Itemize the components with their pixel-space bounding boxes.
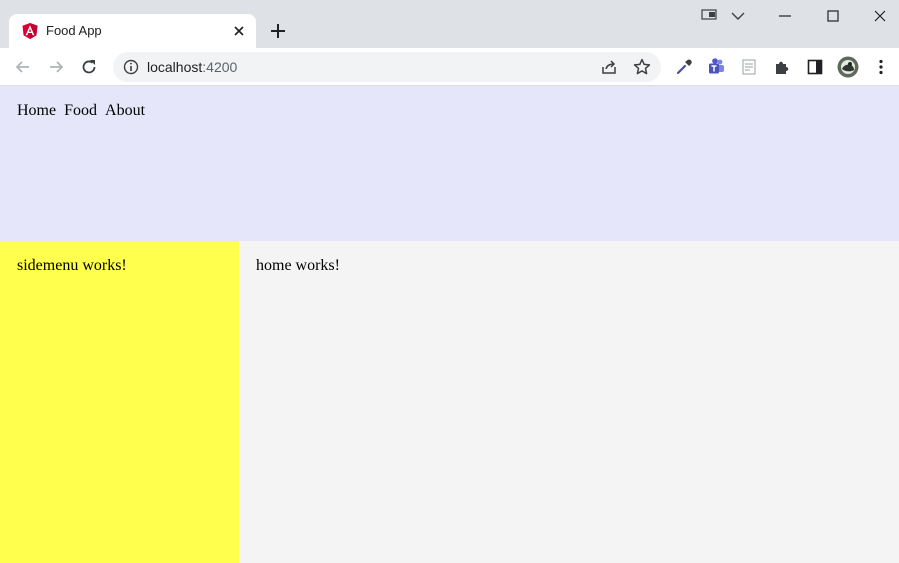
reader-icon[interactable] <box>739 57 759 77</box>
maximize-icon[interactable] <box>823 6 843 26</box>
tab-title: Food App <box>46 23 102 38</box>
browser-tab[interactable]: Food App <box>9 14 256 48</box>
main-nav: Home Food About <box>17 102 145 120</box>
avatar[interactable] <box>837 56 859 78</box>
url-text[interactable]: localhost:4200 <box>147 59 237 75</box>
eyedropper-icon[interactable] <box>674 57 694 77</box>
reload-icon[interactable] <box>79 57 99 77</box>
address-bar[interactable]: localhost:4200 <box>113 52 661 82</box>
forward-arrow-icon[interactable] <box>46 57 66 77</box>
plus-icon[interactable] <box>268 21 288 41</box>
window-switch-icon[interactable] <box>700 6 720 26</box>
home-text: home works! <box>256 257 340 274</box>
nav-link-home[interactable]: Home <box>17 102 56 120</box>
angular-icon <box>22 23 38 39</box>
teams-icon[interactable] <box>706 57 726 77</box>
sidemenu-text: sidemenu works! <box>17 257 127 274</box>
main-content: home works! <box>239 241 899 563</box>
nav-link-food[interactable]: Food <box>64 102 97 120</box>
browser-toolbar: localhost:4200 <box>0 48 899 86</box>
close-icon[interactable] <box>231 23 247 39</box>
nav-link-about[interactable]: About <box>105 102 145 120</box>
chevron-down-icon[interactable] <box>728 6 748 26</box>
sidepanel-icon[interactable] <box>805 57 825 77</box>
tab-strip: Food App <box>0 0 899 48</box>
sidemenu: sidemenu works! <box>0 241 239 563</box>
puzzle-icon[interactable] <box>772 57 792 77</box>
window-close-icon[interactable] <box>870 6 890 26</box>
kebab-menu-icon[interactable] <box>871 57 891 77</box>
share-icon[interactable] <box>599 57 619 77</box>
back-arrow-icon[interactable] <box>13 57 33 77</box>
info-icon[interactable] <box>121 57 141 77</box>
minimize-icon[interactable] <box>775 6 795 26</box>
star-icon[interactable] <box>632 57 652 77</box>
app-header: Home Food About <box>0 86 899 241</box>
web-page: Home Food About sidemenu works! home wor… <box>0 86 899 563</box>
